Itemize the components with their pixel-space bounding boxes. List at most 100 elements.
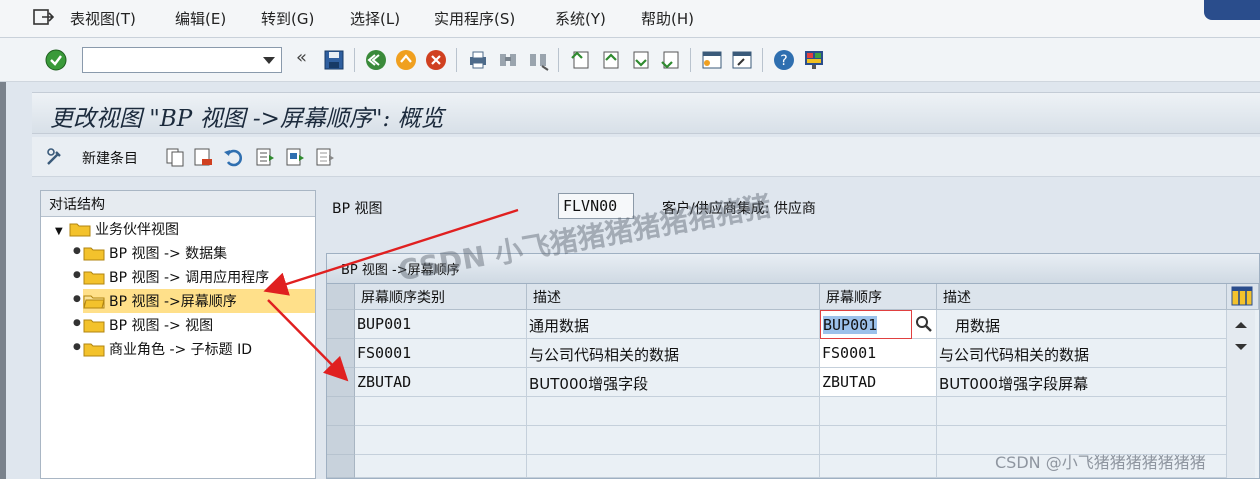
dialog-structure-header: 对话结构 xyxy=(41,191,315,217)
empty-cell xyxy=(937,397,1227,426)
save-icon[interactable] xyxy=(322,48,346,72)
dropdown-arrow-icon[interactable] xyxy=(263,57,275,64)
column-settings-button[interactable] xyxy=(1227,284,1259,310)
cell-sequence-description: 与公司代码相关的数据 xyxy=(937,339,1227,368)
column-header-description[interactable]: 描述 xyxy=(527,284,820,310)
display-change-icon[interactable] xyxy=(44,146,66,168)
tree-bullet-icon: ● xyxy=(73,342,81,352)
tree-item-call-application[interactable]: ● BP 视图 -> 调用应用程序 xyxy=(73,265,311,289)
column-header-description-2[interactable]: 描述 xyxy=(937,284,1227,310)
select-all-icon[interactable] xyxy=(254,146,276,168)
help-icon[interactable]: ? xyxy=(772,48,796,72)
print-icon[interactable] xyxy=(466,48,490,72)
cell-category: ZBUTAD xyxy=(355,368,527,397)
deselect-all-icon[interactable] xyxy=(314,146,336,168)
first-page-icon[interactable] xyxy=(568,48,592,72)
empty-cell xyxy=(527,455,820,478)
empty-cell xyxy=(527,397,820,426)
tree-bullet-icon: ● xyxy=(73,270,81,280)
folder-icon xyxy=(83,343,105,357)
detail-area: BP 视图 FLVN00 客户/供应商集成: 供应商 BP 视图 ->屏幕顺序 … xyxy=(320,183,1260,479)
cell-category: FS0001 xyxy=(355,339,527,368)
tree-item-business-role[interactable]: ● 商业角色 -> 子标题 ID xyxy=(73,337,311,361)
cancel-icon[interactable] xyxy=(424,48,448,72)
row-selector[interactable] xyxy=(327,397,355,426)
window-control[interactable] xyxy=(1204,0,1260,20)
toolbar-separator xyxy=(762,48,763,72)
row-selector[interactable] xyxy=(327,426,355,455)
customize-layout-icon[interactable] xyxy=(802,48,826,72)
menu-system[interactable]: 系统(Y) xyxy=(555,8,606,29)
tree-bullet-icon: ● xyxy=(73,318,81,328)
tree-item-screen-sequence[interactable]: ● BP 视图 ->屏幕顺序 xyxy=(73,289,315,313)
back-icon[interactable] xyxy=(364,48,388,72)
tree-item-label: BP 视图 -> 数据集 xyxy=(109,246,228,262)
previous-page-icon[interactable] xyxy=(598,48,622,72)
find-next-icon[interactable] xyxy=(526,48,550,72)
menu-help[interactable]: 帮助(H) xyxy=(641,8,694,29)
expand-triangle-icon[interactable]: ▼ xyxy=(55,226,63,237)
command-field[interactable] xyxy=(82,47,282,73)
folder-open-icon xyxy=(69,223,91,237)
table-settings-icon xyxy=(1231,286,1253,306)
vertical-scrollbar[interactable] xyxy=(1227,310,1255,478)
shortcut-icon[interactable] xyxy=(730,48,754,72)
select-block-icon[interactable] xyxy=(284,146,306,168)
empty-cell xyxy=(355,426,527,455)
cell-category: BUP001 xyxy=(355,310,527,339)
cell-sequence-description: BUT000增强字段屏幕 xyxy=(937,368,1227,397)
menu-utilities[interactable]: 实用程序(S) xyxy=(434,8,515,29)
cell-screen-sequence-input[interactable]: FS0001 xyxy=(820,339,937,368)
menu-select[interactable]: 选择(L) xyxy=(350,8,400,29)
tree-item-label: 商业角色 -> 子标题 ID xyxy=(109,342,253,358)
select-all-rows-button[interactable] xyxy=(327,284,355,310)
value-help-button[interactable] xyxy=(912,310,937,339)
cell-screen-sequence-value: BUP001 xyxy=(823,316,878,334)
cell-sequence-description: 用数据 xyxy=(937,310,1227,339)
page-title: 更改视图 "BP 视图 ->屏幕顺序": 概览 xyxy=(50,106,444,132)
dialog-structure-panel: 对话结构 ▼ 业务伙伴视图 ● BP 视图 -> 数据集 ● BP 视图 -> … xyxy=(40,190,316,479)
row-selector[interactable] xyxy=(327,310,355,339)
empty-cell xyxy=(355,397,527,426)
row-selector[interactable] xyxy=(327,368,355,397)
menu-table-view[interactable]: 表视图(T) xyxy=(70,8,136,29)
new-entries-button[interactable]: 新建条目 xyxy=(82,148,138,168)
toolbar-separator xyxy=(354,48,355,72)
tree-root-node[interactable]: ▼ 业务伙伴视图 xyxy=(51,217,311,241)
folder-open-icon xyxy=(83,295,105,309)
column-header-screen-sequence-category[interactable]: 屏幕顺序类别 xyxy=(355,284,527,310)
empty-cell xyxy=(820,426,937,455)
next-page-icon[interactable] xyxy=(628,48,652,72)
new-session-icon[interactable] xyxy=(700,48,724,72)
row-selector[interactable] xyxy=(327,339,355,368)
tree-bullet-icon: ● xyxy=(73,246,81,256)
tree-item-label: BP 视图 -> 视图 xyxy=(109,318,214,334)
exit-icon[interactable] xyxy=(394,48,418,72)
copy-as-icon[interactable] xyxy=(164,146,186,168)
find-icon[interactable] xyxy=(496,48,520,72)
menu-bar: 表视图(T) 编辑(E) 转到(G) 选择(L) 实用程序(S) 系统(Y) 帮… xyxy=(0,0,1260,38)
delete-icon[interactable] xyxy=(192,146,214,168)
menu-edit[interactable]: 编辑(E) xyxy=(175,8,226,29)
folder-icon xyxy=(83,247,105,261)
column-header-screen-sequence[interactable]: 屏幕顺序 xyxy=(820,284,937,310)
undo-change-icon[interactable] xyxy=(222,146,244,168)
tree-item-view[interactable]: ● BP 视图 -> 视图 xyxy=(73,313,311,337)
row-selector[interactable] xyxy=(327,455,355,478)
tree-bullet-icon: ● xyxy=(73,294,81,304)
standard-toolbar: « ? xyxy=(0,38,1260,82)
tree-item-dataset[interactable]: ● BP 视图 -> 数据集 xyxy=(73,241,311,265)
enter-check-icon[interactable] xyxy=(44,48,68,72)
cell-screen-sequence-input[interactable]: BUP001 xyxy=(820,310,912,339)
cell-description: 通用数据 xyxy=(527,310,820,339)
csdn-watermark: CSDN @小飞猪猪猪猪猪猪猪 xyxy=(995,453,1206,472)
scroll-arrows-icon[interactable] xyxy=(1227,310,1255,370)
exit-icon[interactable] xyxy=(32,8,54,26)
menu-goto[interactable]: 转到(G) xyxy=(261,8,314,29)
cell-description: BUT000增强字段 xyxy=(527,368,820,397)
cell-screen-sequence-input[interactable]: ZBUTAD xyxy=(820,368,937,397)
toolbar-separator xyxy=(690,48,691,72)
collapse-chevron-icon[interactable]: « xyxy=(296,47,307,68)
search-icon xyxy=(916,316,932,332)
last-page-icon[interactable] xyxy=(658,48,682,72)
